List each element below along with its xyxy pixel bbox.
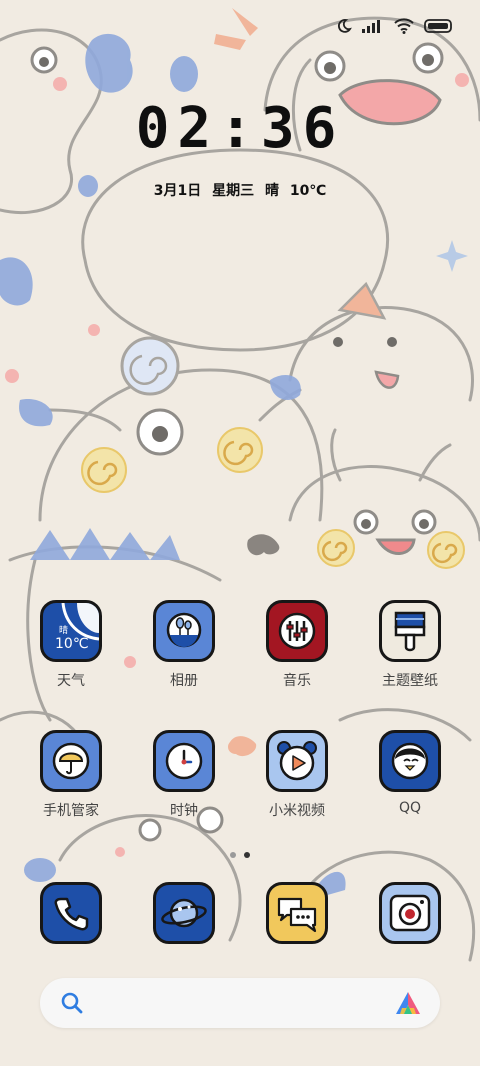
camera-icon (379, 882, 441, 944)
app-security[interactable]: 手机管家 (21, 730, 121, 820)
app-mi-video[interactable]: 小米视频 (247, 730, 347, 820)
date-weather-line[interactable]: 3月1日 星期三 晴 10℃ (0, 180, 480, 200)
app-weather[interactable]: 晴 10℃ 天气 (21, 600, 121, 690)
app-label: 主题壁纸 (382, 673, 438, 689)
dock-camera[interactable] (360, 882, 460, 944)
app-clock[interactable]: 时钟 (134, 730, 234, 820)
app-qq[interactable]: QQ (360, 730, 460, 816)
music-equalizer-icon (266, 600, 328, 662)
clock-icon (153, 730, 215, 792)
theme-brush-icon (379, 600, 441, 662)
app-gallery[interactable]: 相册 (134, 600, 234, 690)
messages-icon (266, 882, 328, 944)
gallery-icon (153, 600, 215, 662)
page-indicator[interactable] (0, 852, 480, 858)
page-dot-current[interactable] (244, 852, 250, 858)
video-panda-icon (266, 730, 328, 792)
app-label: QQ (398, 800, 422, 816)
clock-time[interactable]: 02:36 (0, 96, 480, 161)
dock-messages[interactable] (247, 882, 347, 944)
status-bar (336, 18, 454, 34)
app-label: 相册 (170, 673, 198, 689)
weather-temperature: 10℃ (55, 636, 89, 652)
app-music[interactable]: 音乐 (247, 600, 347, 690)
dock-phone[interactable] (21, 882, 121, 944)
search-icon[interactable] (60, 991, 84, 1019)
battery-icon (424, 19, 454, 33)
app-label: 天气 (57, 673, 85, 689)
app-label: 时钟 (170, 803, 198, 819)
browser-planet-icon (153, 882, 215, 944)
app-themes[interactable]: 主题壁纸 (360, 600, 460, 690)
dock-browser[interactable] (134, 882, 234, 944)
signal-icon (362, 19, 384, 33)
weather-icon: 晴 10℃ (40, 600, 102, 662)
wifi-icon (394, 18, 414, 34)
search-bar[interactable] (40, 978, 440, 1028)
moon-icon (336, 18, 352, 34)
assistant-icon[interactable] (394, 990, 422, 1020)
page-dot[interactable] (230, 852, 236, 858)
weather-condition: 晴 (59, 626, 69, 636)
umbrella-security-icon (40, 730, 102, 792)
qq-penguin-icon (379, 730, 441, 792)
app-label: 音乐 (283, 673, 311, 689)
phone-icon (40, 882, 102, 944)
app-label: 手机管家 (43, 803, 99, 819)
app-label: 小米视频 (269, 803, 325, 819)
